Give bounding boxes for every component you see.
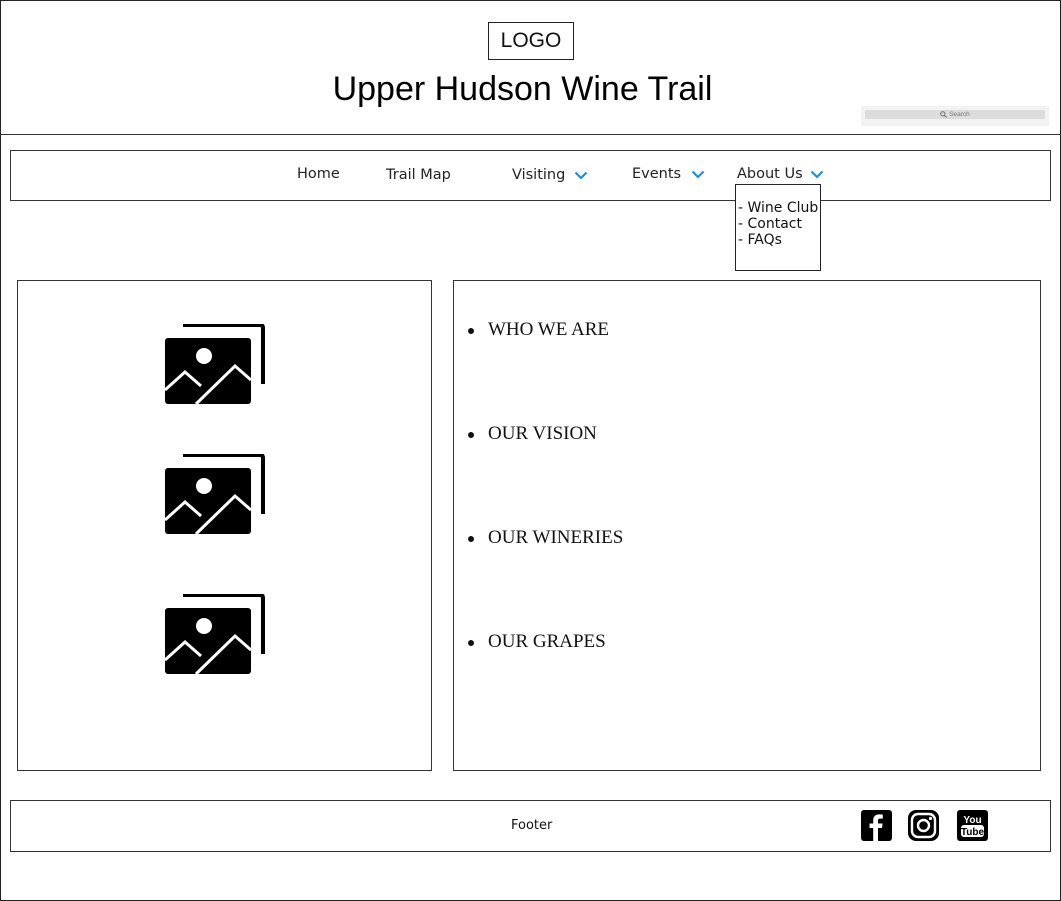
instagram-icon[interactable] [908, 810, 939, 841]
nav-item-home[interactable]: Home [297, 166, 340, 182]
dropdown-item-contact[interactable]: - Contact [736, 216, 820, 232]
nav-label: Home [297, 166, 340, 182]
header-divider [0, 134, 1061, 135]
chevron-down-icon [575, 171, 588, 180]
site-title: Upper Hudson Wine Trail [332, 70, 713, 108]
chevron-down-icon [810, 170, 823, 179]
nav-item-events[interactable]: Events [632, 166, 705, 182]
section-our-vision[interactable]: OUR VISION [468, 423, 597, 445]
image-placeholder-icon [163, 594, 265, 676]
footer-text: Footer [511, 818, 553, 833]
sections-panel [453, 280, 1041, 771]
nav-label: Events [632, 166, 682, 182]
image-placeholder-icon [163, 324, 265, 406]
nav-label: Visiting [512, 167, 566, 183]
svg-text:You: You [963, 815, 981, 826]
nav-label: About Us [737, 166, 803, 182]
dropdown-item-wine-club[interactable]: - Wine Club [736, 200, 820, 216]
nav-item-visiting[interactable]: Visiting [512, 167, 588, 183]
nav-item-about-us[interactable]: About Us [737, 166, 824, 182]
search-placeholder: Search [949, 111, 970, 118]
nav-item-trail-map[interactable]: Trail Map [386, 167, 451, 183]
logo-text: LOGO [500, 29, 562, 52]
search-input[interactable]: Search [861, 106, 1049, 126]
svg-text:Tube: Tube [961, 827, 985, 838]
section-our-grapes[interactable]: OUR GRAPES [468, 631, 606, 653]
youtube-icon[interactable]: You Tube [957, 810, 988, 841]
about-us-dropdown: - Wine Club - Contact - FAQs [735, 184, 821, 271]
chevron-down-icon [691, 170, 705, 179]
section-our-wineries[interactable]: OUR WINERIES [467, 527, 623, 549]
image-placeholder-icon [163, 454, 265, 536]
logo[interactable]: LOGO [488, 22, 574, 60]
facebook-icon[interactable] [861, 810, 892, 841]
dropdown-item-faqs[interactable]: - FAQs [736, 232, 820, 248]
search-field[interactable]: Search [865, 110, 1045, 119]
section-who-we-are[interactable]: WHO WE ARE [467, 319, 609, 341]
nav-label: Trail Map [386, 167, 451, 183]
search-icon [940, 111, 948, 118]
